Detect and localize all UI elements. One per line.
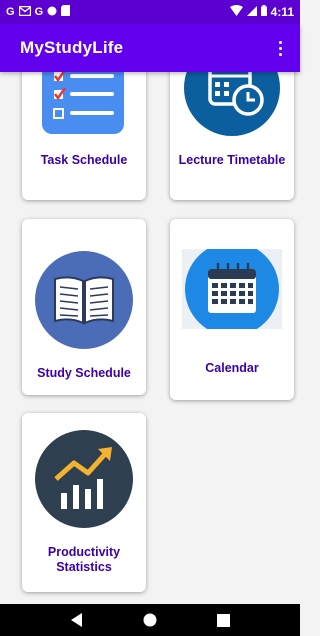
task-schedule-label: Task Schedule: [40, 153, 128, 167]
overflow-menu-icon[interactable]: [268, 32, 292, 64]
productivity-statistics-card[interactable]: Productivity Statistics: [22, 413, 146, 592]
lecture-timetable-label: Lecture Timetable: [178, 153, 286, 167]
checklist-icon: [40, 72, 126, 141]
google-icon: G: [6, 5, 15, 18]
calendar-label: Calendar: [205, 361, 259, 375]
open-book-icon: [35, 251, 133, 354]
recents-icon: [216, 613, 230, 627]
battery-icon: [260, 5, 267, 19]
home-icon: [143, 613, 157, 627]
status-time: 4:11: [270, 5, 294, 19]
status-bar: G G 4:11: [0, 0, 300, 24]
back-button[interactable]: [57, 606, 97, 634]
lecture-timetable-card[interactable]: Lecture Timetable: [170, 72, 294, 200]
task-schedule-card[interactable]: Task Schedule: [22, 72, 146, 200]
dashboard-grid: Task Schedule Lecture Timetable Study Sc…: [0, 72, 300, 604]
circle-icon: [47, 6, 57, 19]
back-icon: [70, 613, 82, 627]
status-notifications: G G: [6, 5, 71, 19]
mail-icon: [18, 5, 31, 19]
calendar-clock-icon: [182, 72, 282, 143]
study-schedule-label: Study Schedule: [37, 366, 131, 380]
status-system: 4:11: [229, 5, 294, 19]
app-title: MyStudyLife: [20, 38, 124, 57]
app-bar: MyStudyLife: [0, 24, 300, 72]
study-schedule-card[interactable]: Study Schedule: [22, 219, 146, 395]
sd-card-icon: [61, 5, 71, 19]
home-button[interactable]: [130, 606, 170, 634]
recents-button[interactable]: [203, 606, 243, 634]
calendar-icon: [182, 242, 282, 336]
google-icon: G: [34, 5, 44, 18]
bar-chart-trend-icon: [34, 429, 134, 534]
wifi-icon: [229, 5, 243, 19]
productivity-statistics-label: Productivity Statistics: [47, 545, 121, 574]
calendar-card[interactable]: Calendar: [170, 219, 294, 400]
signal-icon: [246, 5, 257, 19]
system-navigation-bar: [0, 604, 300, 636]
